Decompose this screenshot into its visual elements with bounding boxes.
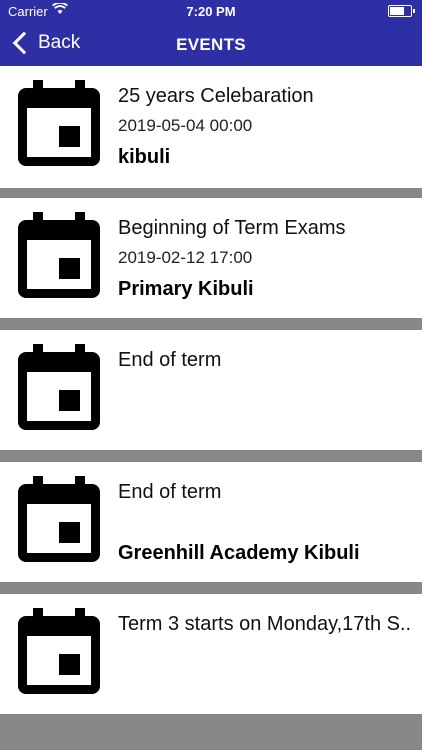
event-location: kibuli — [118, 146, 171, 168]
event-datetime: 2019-05-04 00:00 — [118, 116, 253, 135]
event-location — [118, 672, 412, 698]
status-time: 7:20 PM — [186, 4, 236, 19]
event-title: End of term — [118, 481, 222, 503]
event-item[interactable]: End of term — [0, 330, 422, 450]
calendar-icon — [18, 476, 100, 562]
nav-bar: Carrier 7:20 PM Back EVENTS — [0, 0, 422, 66]
calendar-icon — [18, 344, 100, 430]
event-item[interactable]: Beginning of Term Exams 2019-02-12 17:00… — [0, 198, 422, 318]
event-datetime: 2019-02-12 17:00 — [118, 248, 253, 267]
battery-icon — [388, 5, 415, 17]
event-location — [118, 408, 412, 434]
events-list: 25 years Celebaration 2019-05-04 00:00 k… — [0, 66, 422, 726]
page-title: EVENTS — [176, 35, 246, 54]
event-item[interactable]: End of term Greenhill Academy Kibuli — [0, 462, 422, 582]
event-datetime — [118, 379, 412, 400]
event-datetime — [118, 643, 412, 664]
calendar-icon — [18, 608, 100, 694]
calendar-icon — [18, 212, 100, 298]
event-title: Term 3 starts on Monday,17th S... — [118, 613, 412, 635]
event-title: Beginning of Term Exams — [118, 217, 346, 239]
event-title: End of term — [118, 349, 222, 371]
event-datetime — [118, 511, 412, 532]
event-title: 25 years Celebaration — [118, 85, 314, 107]
event-location: Greenhill Academy Kibuli — [118, 542, 360, 564]
status-bar: Carrier 7:20 PM — [0, 0, 422, 22]
event-item[interactable]: 25 years Celebaration 2019-05-04 00:00 k… — [0, 66, 422, 188]
event-location: Primary Kibuli — [118, 278, 254, 300]
event-item[interactable]: Term 3 starts on Monday,17th S... — [0, 594, 422, 714]
calendar-icon — [18, 80, 100, 166]
